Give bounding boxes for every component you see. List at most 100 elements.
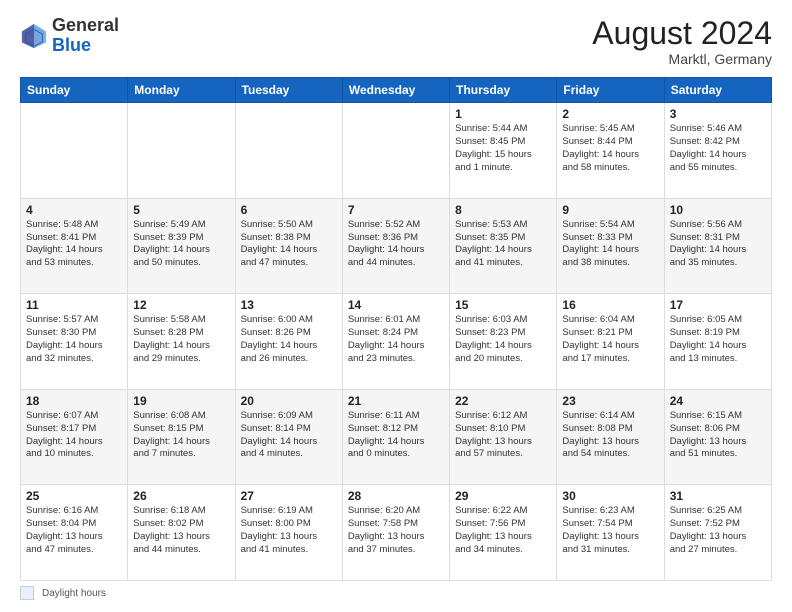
day-number: 12: [133, 298, 229, 312]
day-info: Sunrise: 6:25 AM Sunset: 7:52 PM Dayligh…: [670, 505, 766, 556]
calendar-cell-3-6: 16 Sunrise: 6:04 AM Sunset: 8:21 PM Dayli…: [557, 294, 664, 390]
day-number: 19: [133, 394, 229, 408]
logo-text: General Blue: [52, 16, 119, 56]
col-monday: Monday: [128, 78, 235, 103]
day-info: Sunrise: 5:50 AM Sunset: 8:38 PM Dayligh…: [241, 219, 337, 270]
day-info: Sunrise: 6:08 AM Sunset: 8:15 PM Dayligh…: [133, 410, 229, 461]
day-info: Sunrise: 5:52 AM Sunset: 8:36 PM Dayligh…: [348, 219, 444, 270]
calendar-cell-1-4: [342, 103, 449, 199]
calendar-week-2: 4 Sunrise: 5:48 AM Sunset: 8:41 PM Daylig…: [21, 198, 772, 294]
calendar-cell-1-1: [21, 103, 128, 199]
day-number: 6: [241, 203, 337, 217]
day-number: 31: [670, 489, 766, 503]
calendar-header-row: Sunday Monday Tuesday Wednesday Thursday…: [21, 78, 772, 103]
day-info: Sunrise: 5:57 AM Sunset: 8:30 PM Dayligh…: [26, 314, 122, 365]
day-info: Sunrise: 6:18 AM Sunset: 8:02 PM Dayligh…: [133, 505, 229, 556]
calendar-cell-5-7: 31 Sunrise: 6:25 AM Sunset: 7:52 PM Dayli…: [664, 485, 771, 581]
day-info: Sunrise: 6:22 AM Sunset: 7:56 PM Dayligh…: [455, 505, 551, 556]
logo-icon: [20, 22, 48, 50]
calendar-cell-2-7: 10 Sunrise: 5:56 AM Sunset: 8:31 PM Dayli…: [664, 198, 771, 294]
day-info: Sunrise: 5:44 AM Sunset: 8:45 PM Dayligh…: [455, 123, 551, 174]
day-info: Sunrise: 5:45 AM Sunset: 8:44 PM Dayligh…: [562, 123, 658, 174]
day-info: Sunrise: 6:11 AM Sunset: 8:12 PM Dayligh…: [348, 410, 444, 461]
calendar-cell-2-6: 9 Sunrise: 5:54 AM Sunset: 8:33 PM Daylig…: [557, 198, 664, 294]
day-number: 3: [670, 107, 766, 121]
calendar-cell-5-6: 30Sunrise: 6:23 AM Sunset: 7:54 PM Dayli…: [557, 485, 664, 581]
calendar-cell-4-1: 18Sunrise: 6:07 AM Sunset: 8:17 PM Dayli…: [21, 389, 128, 485]
location: Marktl, Germany: [592, 51, 772, 67]
calendar-cell-5-5: 29Sunrise: 6:22 AM Sunset: 7:56 PM Dayli…: [450, 485, 557, 581]
day-info: Sunrise: 6:19 AM Sunset: 8:00 PM Dayligh…: [241, 505, 337, 556]
day-number: 4: [26, 203, 122, 217]
col-tuesday: Tuesday: [235, 78, 342, 103]
calendar-cell-3-1: 11 Sunrise: 5:57 AM Sunset: 8:30 PM Dayli…: [21, 294, 128, 390]
calendar-cell-5-1: 25 Sunrise: 6:16 AM Sunset: 8:04 PM Dayli…: [21, 485, 128, 581]
day-number: 22: [455, 394, 551, 408]
day-number: 13: [241, 298, 337, 312]
page: General Blue August 2024 Marktl, Germany…: [0, 0, 792, 612]
day-number: 23: [562, 394, 658, 408]
col-wednesday: Wednesday: [342, 78, 449, 103]
day-info: Sunrise: 5:53 AM Sunset: 8:35 PM Dayligh…: [455, 219, 551, 270]
day-number: 2: [562, 107, 658, 121]
day-number: 10: [670, 203, 766, 217]
day-info: Sunrise: 6:04 AM Sunset: 8:21 PM Dayligh…: [562, 314, 658, 365]
calendar-cell-4-4: 21 Sunrise: 6:11 AM Sunset: 8:12 PM Dayli…: [342, 389, 449, 485]
day-number: 20: [241, 394, 337, 408]
day-info: Sunrise: 5:49 AM Sunset: 8:39 PM Dayligh…: [133, 219, 229, 270]
col-friday: Friday: [557, 78, 664, 103]
day-info: Sunrise: 6:05 AM Sunset: 8:19 PM Dayligh…: [670, 314, 766, 365]
day-number: 16: [562, 298, 658, 312]
col-thursday: Thursday: [450, 78, 557, 103]
calendar-week-1: 1Sunrise: 5:44 AM Sunset: 8:45 PM Daylig…: [21, 103, 772, 199]
day-number: 11: [26, 298, 122, 312]
day-info: Sunrise: 5:48 AM Sunset: 8:41 PM Dayligh…: [26, 219, 122, 270]
calendar-week-4: 18Sunrise: 6:07 AM Sunset: 8:17 PM Dayli…: [21, 389, 772, 485]
day-info: Sunrise: 6:20 AM Sunset: 7:58 PM Dayligh…: [348, 505, 444, 556]
day-number: 5: [133, 203, 229, 217]
day-info: Sunrise: 5:46 AM Sunset: 8:42 PM Dayligh…: [670, 123, 766, 174]
logo-blue: Blue: [52, 35, 91, 55]
day-number: 15: [455, 298, 551, 312]
day-number: 7: [348, 203, 444, 217]
day-number: 9: [562, 203, 658, 217]
calendar-cell-1-6: 2 Sunrise: 5:45 AM Sunset: 8:44 PM Daylig…: [557, 103, 664, 199]
day-info: Sunrise: 6:00 AM Sunset: 8:26 PM Dayligh…: [241, 314, 337, 365]
calendar-cell-2-4: 7 Sunrise: 5:52 AM Sunset: 8:36 PM Daylig…: [342, 198, 449, 294]
day-number: 27: [241, 489, 337, 503]
month-year: August 2024: [592, 16, 772, 51]
day-number: 8: [455, 203, 551, 217]
title-block: August 2024 Marktl, Germany: [592, 16, 772, 67]
day-info: Sunrise: 6:03 AM Sunset: 8:23 PM Dayligh…: [455, 314, 551, 365]
calendar-cell-2-3: 6 Sunrise: 5:50 AM Sunset: 8:38 PM Daylig…: [235, 198, 342, 294]
day-info: Sunrise: 6:15 AM Sunset: 8:06 PM Dayligh…: [670, 410, 766, 461]
calendar-cell-2-5: 8 Sunrise: 5:53 AM Sunset: 8:35 PM Daylig…: [450, 198, 557, 294]
logo: General Blue: [20, 16, 119, 56]
day-info: Sunrise: 6:07 AM Sunset: 8:17 PM Dayligh…: [26, 410, 122, 461]
col-sunday: Sunday: [21, 78, 128, 103]
calendar-cell-3-4: 14 Sunrise: 6:01 AM Sunset: 8:24 PM Dayli…: [342, 294, 449, 390]
calendar-cell-4-2: 19 Sunrise: 6:08 AM Sunset: 8:15 PM Dayli…: [128, 389, 235, 485]
calendar-week-5: 25 Sunrise: 6:16 AM Sunset: 8:04 PM Dayli…: [21, 485, 772, 581]
day-number: 21: [348, 394, 444, 408]
day-number: 14: [348, 298, 444, 312]
day-number: 24: [670, 394, 766, 408]
day-number: 25: [26, 489, 122, 503]
daylight-label: Daylight hours: [42, 588, 106, 599]
calendar-cell-4-3: 20Sunrise: 6:09 AM Sunset: 8:14 PM Dayli…: [235, 389, 342, 485]
calendar-cell-1-7: 3 Sunrise: 5:46 AM Sunset: 8:42 PM Daylig…: [664, 103, 771, 199]
calendar-cell-4-6: 23Sunrise: 6:14 AM Sunset: 8:08 PM Dayli…: [557, 389, 664, 485]
day-number: 17: [670, 298, 766, 312]
day-info: Sunrise: 6:16 AM Sunset: 8:04 PM Dayligh…: [26, 505, 122, 556]
day-info: Sunrise: 6:01 AM Sunset: 8:24 PM Dayligh…: [348, 314, 444, 365]
calendar-cell-3-7: 17 Sunrise: 6:05 AM Sunset: 8:19 PM Dayli…: [664, 294, 771, 390]
day-info: Sunrise: 5:54 AM Sunset: 8:33 PM Dayligh…: [562, 219, 658, 270]
calendar-cell-4-7: 24 Sunrise: 6:15 AM Sunset: 8:06 PM Dayli…: [664, 389, 771, 485]
calendar-cell-3-3: 13 Sunrise: 6:00 AM Sunset: 8:26 PM Dayli…: [235, 294, 342, 390]
day-info: Sunrise: 5:56 AM Sunset: 8:31 PM Dayligh…: [670, 219, 766, 270]
day-info: Sunrise: 6:12 AM Sunset: 8:10 PM Dayligh…: [455, 410, 551, 461]
calendar-cell-2-1: 4 Sunrise: 5:48 AM Sunset: 8:41 PM Daylig…: [21, 198, 128, 294]
calendar-cell-1-5: 1Sunrise: 5:44 AM Sunset: 8:45 PM Daylig…: [450, 103, 557, 199]
day-info: Sunrise: 6:23 AM Sunset: 7:54 PM Dayligh…: [562, 505, 658, 556]
calendar-cell-3-5: 15 Sunrise: 6:03 AM Sunset: 8:23 PM Dayli…: [450, 294, 557, 390]
